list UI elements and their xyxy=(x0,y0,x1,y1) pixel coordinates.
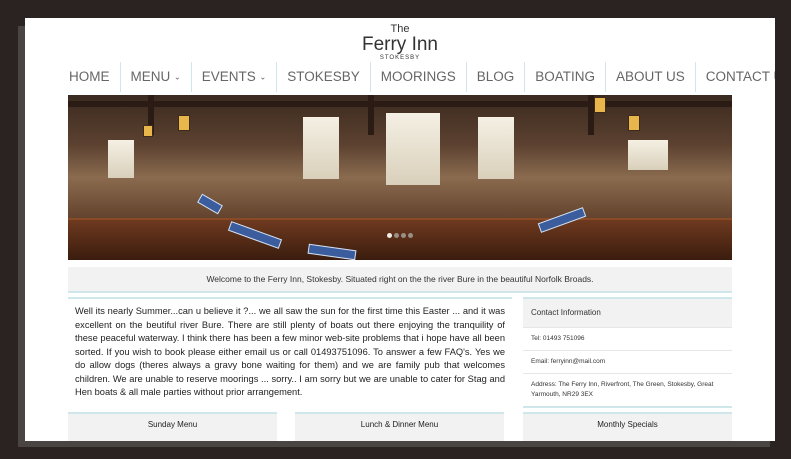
chevron-down-icon: ⌄ xyxy=(259,72,267,82)
nav-label: ABOUT US xyxy=(616,69,685,84)
nav-item-boating[interactable]: BOATING xyxy=(525,62,607,92)
slide-dot[interactable] xyxy=(394,233,399,238)
pub-window xyxy=(628,140,668,170)
nav-item-stokesby[interactable]: STOKESBY xyxy=(277,62,371,92)
contact-address: Address: The Ferry Inn, Riverfront, The … xyxy=(523,374,732,408)
nav-label: MENU xyxy=(130,69,171,84)
monthly-specials-button[interactable]: Monthly Specials xyxy=(523,412,732,441)
nav-item-menu[interactable]: MENU ⌄ xyxy=(121,62,192,92)
main-nav: HOME MENU ⌄ EVENTS ⌄ STOKESBY MOORINGS B… xyxy=(65,62,775,92)
page: The Ferry Inn STOKESBY HOME MENU ⌄ EVENT… xyxy=(25,18,775,441)
nav-item-blog[interactable]: BLOG xyxy=(467,62,526,92)
ceiling-lamp xyxy=(143,125,153,137)
nav-label: MOORINGS xyxy=(380,69,456,84)
contact-heading: Contact Information xyxy=(523,299,732,328)
intro-text: Well its nearly Summer...can u believe i… xyxy=(68,297,512,402)
nav-item-moorings[interactable]: MOORINGS xyxy=(371,62,467,92)
nav-item-contact-us[interactable]: CONTACT US xyxy=(696,62,775,92)
contact-email[interactable]: Email: ferryinn@mail.com xyxy=(523,351,732,374)
site-logo[interactable]: The Ferry Inn STOKESBY xyxy=(25,23,775,62)
ceiling-lamp xyxy=(178,115,190,131)
contact-tel[interactable]: Tel: 01493 751096 xyxy=(523,328,732,351)
sunday-menu-button[interactable]: Sunday Menu xyxy=(68,412,277,441)
ceiling-beam xyxy=(368,95,374,135)
banner-slideshow[interactable] xyxy=(68,95,732,260)
slide-dot[interactable] xyxy=(387,233,392,238)
ceiling-lamp xyxy=(628,115,640,131)
nav-label: BOATING xyxy=(535,69,596,84)
nav-label: HOME xyxy=(69,69,110,84)
slide-dot[interactable] xyxy=(401,233,406,238)
contact-panel: Contact Information Tel: 01493 751096 Em… xyxy=(523,297,732,408)
nav-label: EVENTS xyxy=(201,69,256,84)
pub-window xyxy=(478,117,514,179)
nav-label: BLOG xyxy=(476,69,515,84)
bar-counter xyxy=(68,218,732,260)
chevron-down-icon: ⌄ xyxy=(174,72,181,82)
ceiling-beam xyxy=(68,101,732,107)
logo-place: STOKESBY xyxy=(379,55,421,61)
slideshow-dots xyxy=(387,233,413,238)
pub-window xyxy=(386,113,440,185)
nav-label: CONTACT US xyxy=(705,69,775,84)
menu-links: Sunday Menu Lunch & Dinner Menu Monthly … xyxy=(68,412,732,441)
bar-mat xyxy=(197,193,223,215)
pub-window xyxy=(108,140,134,178)
welcome-text: Welcome to the Ferry Inn, Stokesby. Situ… xyxy=(68,267,732,293)
nav-label: STOKESBY xyxy=(287,69,360,84)
nav-item-home[interactable]: HOME xyxy=(65,62,121,92)
nav-item-events[interactable]: EVENTS ⌄ xyxy=(192,62,278,92)
lunch-dinner-menu-button[interactable]: Lunch & Dinner Menu xyxy=(295,412,504,441)
pub-window xyxy=(303,117,339,179)
ceiling-lamp xyxy=(594,97,606,113)
nav-item-about-us[interactable]: ABOUT US xyxy=(606,62,696,92)
logo-name: Ferry Inn xyxy=(361,34,439,55)
slide-dot[interactable] xyxy=(408,233,413,238)
